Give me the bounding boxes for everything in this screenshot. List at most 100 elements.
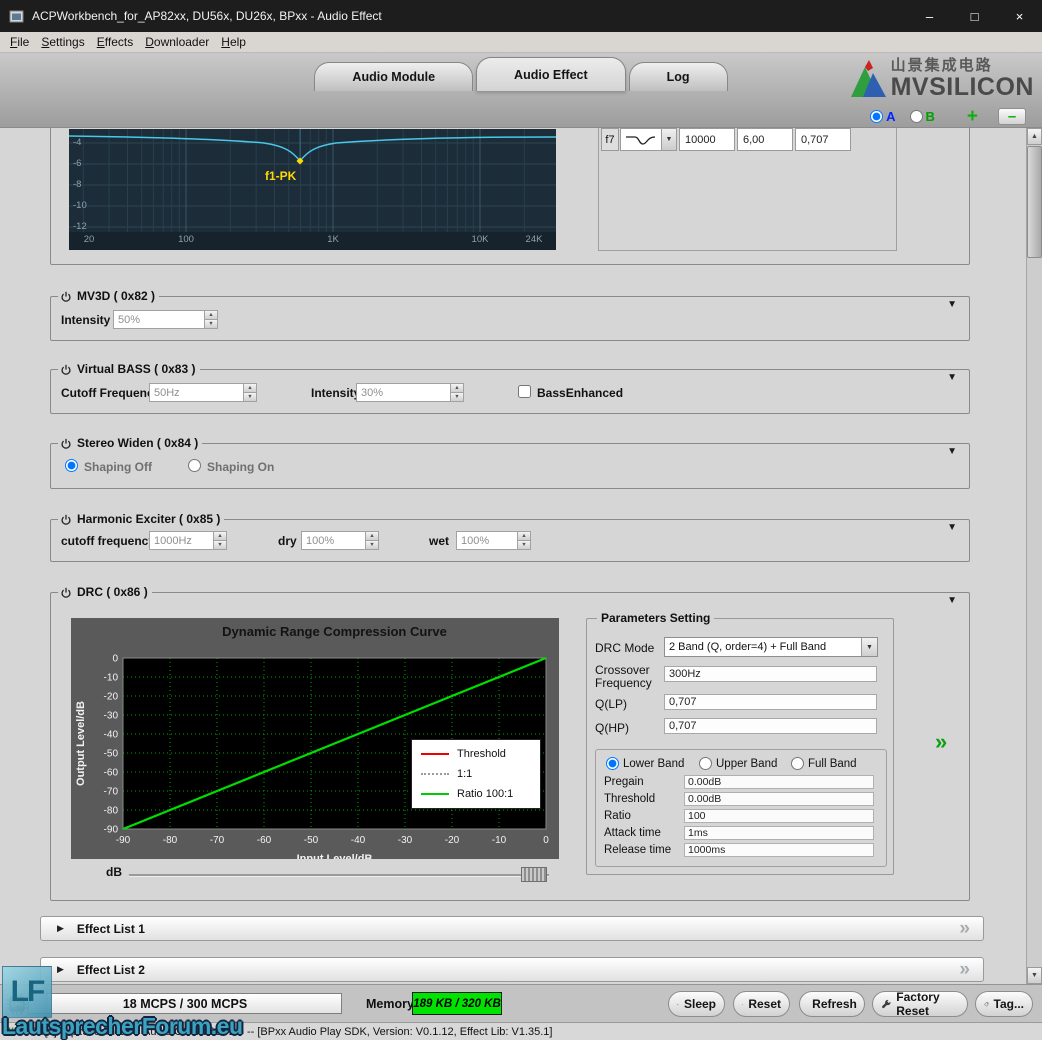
scroll-up-icon[interactable]: ▲: [1027, 128, 1042, 145]
ratio-field[interactable]: [684, 809, 874, 823]
exciter-cutoff-spinner[interactable]: ▲▼: [149, 531, 227, 550]
spin-up-icon[interactable]: ▲: [205, 311, 217, 319]
exciter-wet-spinner[interactable]: ▲▼: [456, 531, 531, 550]
expand-triangle-icon[interactable]: ▶: [57, 923, 64, 934]
vbass-cutoff-value[interactable]: [150, 384, 243, 401]
exciter-dry-spinner[interactable]: ▲▼: [301, 531, 379, 550]
effect-list-1-bar[interactable]: ▶ Effect List 1 »: [40, 916, 984, 941]
effect-list-2-bar[interactable]: ▶ Effect List 2 »: [40, 957, 984, 982]
expand-triangle-icon[interactable]: ▶: [57, 964, 64, 975]
qlp-field[interactable]: [664, 694, 877, 710]
refresh-button[interactable]: Refresh: [799, 991, 865, 1017]
tag-button[interactable]: Tag...: [975, 991, 1033, 1017]
collapse-arrow-icon[interactable]: ▼: [947, 373, 957, 383]
exciter-cutoff-value[interactable]: [150, 532, 213, 549]
drc-mode-dropdown[interactable]: 2 Band (Q, order=4) + Full Band ▼: [664, 637, 878, 657]
power-icon[interactable]: [58, 437, 73, 451]
scrollbar-thumb[interactable]: [1027, 146, 1042, 258]
dropdown-arrow-icon[interactable]: ▼: [861, 638, 877, 656]
reset-button[interactable]: Reset: [733, 991, 790, 1017]
tab-audio-effect[interactable]: Audio Effect: [476, 57, 626, 91]
spin-up-icon[interactable]: ▲: [451, 384, 463, 392]
lower-band-radio[interactable]: [606, 757, 619, 770]
spin-down-icon[interactable]: ▼: [244, 392, 256, 401]
power-icon[interactable]: [58, 586, 73, 600]
svg-text:-60: -60: [257, 835, 272, 846]
bass-enhanced-checkbox[interactable]: [518, 385, 531, 398]
collapse-arrow-icon[interactable]: ▼: [947, 523, 957, 533]
sleep-button[interactable]: Sleep: [668, 991, 725, 1017]
maximize-button[interactable]: □: [952, 0, 997, 32]
tab-audio-module[interactable]: Audio Module: [314, 62, 473, 91]
spin-down-icon[interactable]: ▼: [451, 392, 463, 401]
effect-list-1-expand-icon[interactable]: »: [959, 919, 970, 938]
menu-file[interactable]: File: [4, 33, 35, 51]
spin-down-icon[interactable]: ▼: [214, 540, 226, 549]
exciter-dry-value[interactable]: [302, 532, 365, 549]
filter-type-dropdown[interactable]: ▼: [620, 128, 677, 151]
collapse-arrow-icon[interactable]: ▼: [947, 300, 957, 310]
filter-q-field[interactable]: 0,707: [795, 128, 851, 151]
menu-settings[interactable]: Settings: [35, 33, 90, 51]
spin-up-icon[interactable]: ▲: [518, 532, 530, 540]
menu-downloader[interactable]: Downloader: [139, 33, 215, 51]
svg-text:-40: -40: [351, 835, 366, 846]
vbass-intensity-spinner[interactable]: ▲▼: [356, 383, 464, 402]
db-slider-track[interactable]: [129, 874, 549, 876]
release-time-field[interactable]: [684, 843, 874, 857]
shaping-on-radio[interactable]: [188, 459, 201, 472]
spin-up-icon[interactable]: ▲: [366, 532, 378, 540]
qhp-label: Q(HP): [595, 721, 629, 735]
mv3d-intensity-spinner[interactable]: ▲▼: [113, 310, 218, 329]
legend-item: Threshold: [412, 744, 540, 764]
preset-b-radio[interactable]: [910, 110, 923, 123]
crossover-frequency-field[interactable]: [664, 666, 877, 682]
spin-down-icon[interactable]: ▼: [366, 540, 378, 549]
spin-down-icon[interactable]: ▼: [205, 319, 217, 328]
effect-list-2-expand-icon[interactable]: »: [959, 960, 970, 979]
factory-reset-button[interactable]: Factory Reset: [872, 991, 968, 1017]
minimize-button[interactable]: –: [907, 0, 952, 32]
add-preset-button[interactable]: +: [967, 109, 978, 124]
exciter-wet-value[interactable]: [457, 532, 517, 549]
tag-label: Tag...: [994, 997, 1024, 1011]
power-icon[interactable]: [58, 363, 73, 377]
mv3d-intensity-value[interactable]: [114, 311, 204, 328]
threshold-field[interactable]: [684, 792, 874, 806]
db-slider-thumb[interactable]: [521, 867, 547, 882]
preset-b-label: B: [926, 109, 935, 124]
pregain-field[interactable]: [684, 775, 874, 789]
power-icon[interactable]: [58, 513, 73, 527]
shaping-off-radio[interactable]: [65, 459, 78, 472]
svg-text:-90: -90: [104, 825, 119, 836]
menu-effects[interactable]: Effects: [91, 33, 139, 51]
close-button[interactable]: ×: [997, 0, 1042, 32]
spin-up-icon[interactable]: ▲: [214, 532, 226, 540]
spin-down-icon[interactable]: ▼: [518, 540, 530, 549]
app-window: ACPWorkbench_for_AP82xx, DU56x, DU26x, B…: [0, 0, 1042, 1040]
spin-up-icon[interactable]: ▲: [244, 384, 256, 392]
vbass-cutoff-spinner[interactable]: ▲▼: [149, 383, 257, 402]
collapse-arrow-icon[interactable]: ▼: [947, 447, 957, 457]
effect-list-1-label: Effect List 1: [77, 922, 145, 936]
vertical-scrollbar[interactable]: ▲ ▼: [1026, 128, 1042, 984]
attack-time-field[interactable]: [684, 826, 874, 840]
power-icon[interactable]: [58, 290, 73, 304]
remove-preset-button[interactable]: –: [998, 108, 1026, 125]
filter-gain-field[interactable]: 6,00: [737, 128, 793, 151]
filter-freq-field[interactable]: 10000: [679, 128, 735, 151]
scroll-down-icon[interactable]: ▼: [1027, 967, 1042, 984]
menu-help[interactable]: Help: [215, 33, 252, 51]
tab-log[interactable]: Log: [629, 62, 728, 91]
upper-band-radio[interactable]: [699, 757, 712, 770]
dropdown-arrow-icon[interactable]: ▼: [661, 129, 676, 150]
eq-ytick: -6: [73, 158, 81, 169]
drc-expand-button[interactable]: »: [935, 731, 947, 753]
full-band-radio[interactable]: [791, 757, 804, 770]
vbass-intensity-value[interactable]: [357, 384, 450, 401]
collapse-arrow-icon[interactable]: ▼: [947, 596, 957, 606]
eq-graph[interactable]: -4 -6 -8 -10 -12 20 100 1K 10K 24K f1-PK: [69, 129, 556, 250]
preset-a-radio[interactable]: [870, 110, 883, 123]
factory-reset-label: Factory Reset: [896, 990, 959, 1018]
qhp-field[interactable]: [664, 718, 877, 734]
